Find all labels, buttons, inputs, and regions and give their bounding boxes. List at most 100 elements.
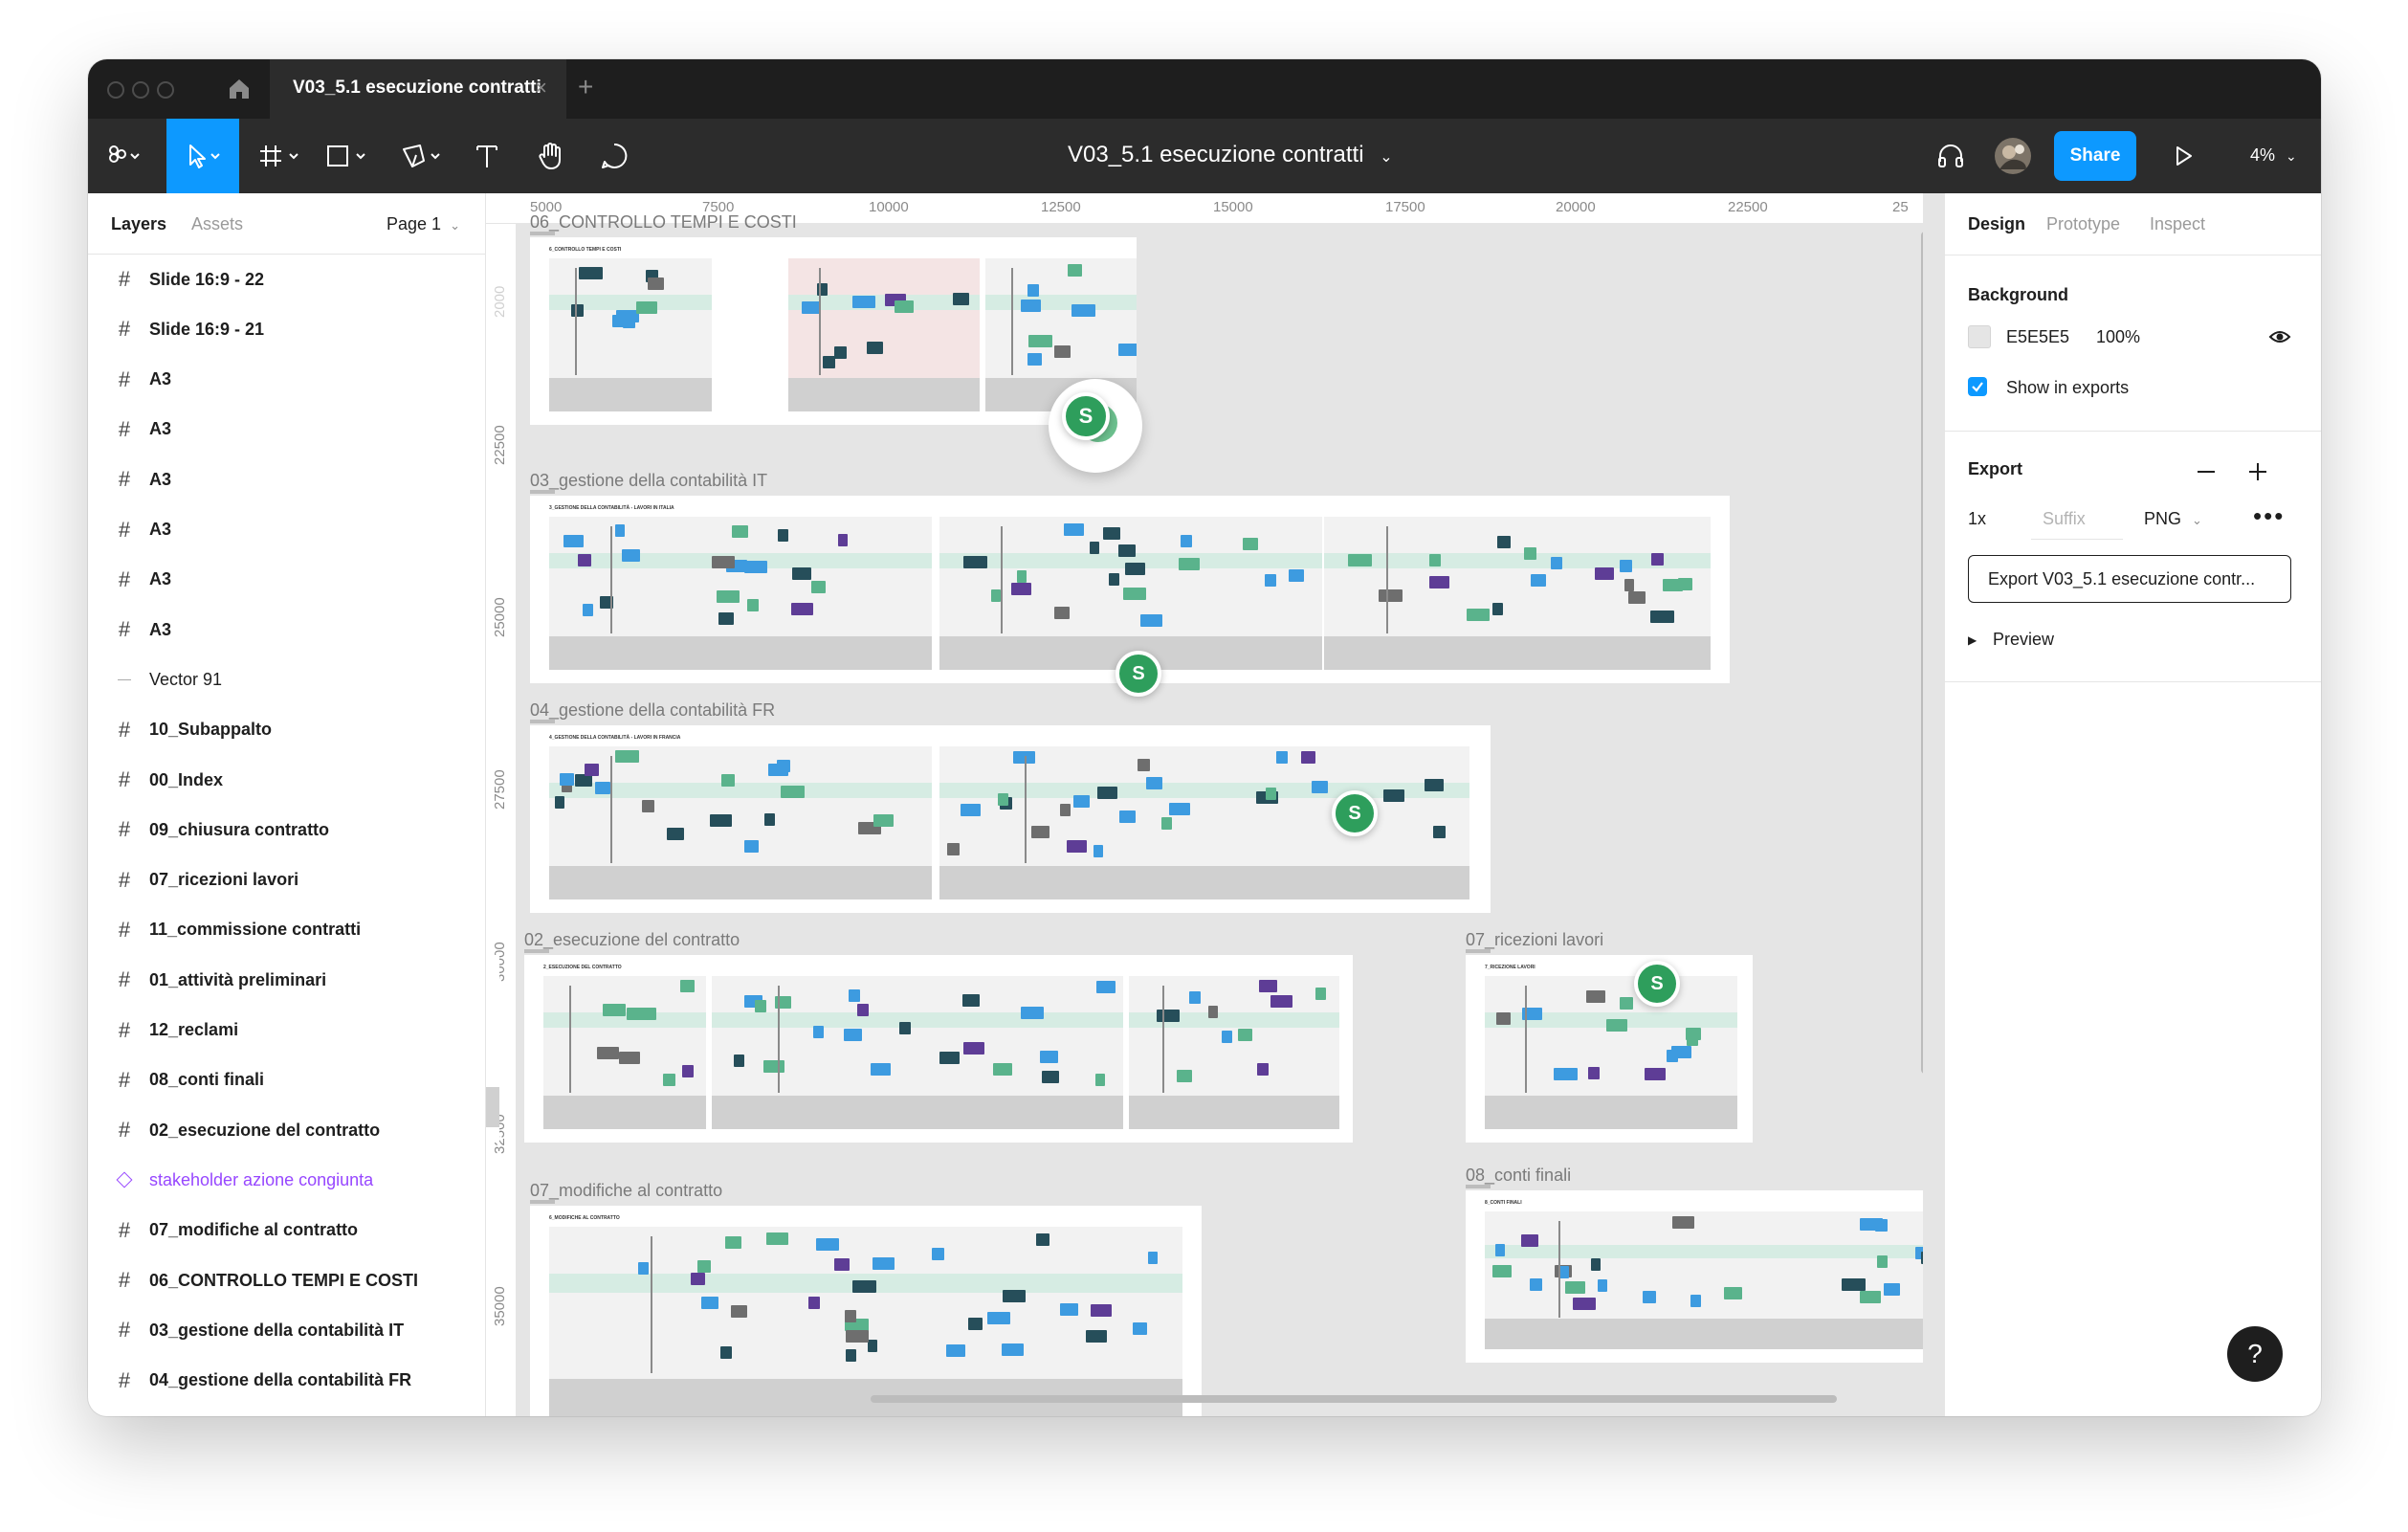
layer-label[interactable]: 06_CONTROLLO TEMPI E COSTI xyxy=(149,1271,418,1291)
export-button[interactable]: Export V03_5.1 esecuzione contr... xyxy=(1968,555,2291,603)
user-avatar[interactable] xyxy=(1992,119,2034,193)
frame-tool-icon[interactable] xyxy=(253,119,310,193)
layer-row[interactable]: #11_commissione contratti xyxy=(88,905,486,955)
canvas-frame[interactable]: 2_ESECUZIONE DEL CONTRATTO xyxy=(524,955,1353,1143)
frame-label[interactable]: 04_gestione della contabilità FR xyxy=(530,700,775,721)
tab-assets[interactable]: Assets xyxy=(191,214,243,234)
layer-label[interactable]: 07_modifiche al contratto xyxy=(149,1220,358,1240)
new-tab-icon[interactable]: + xyxy=(578,72,593,102)
preview-toggle[interactable]: Preview xyxy=(1993,630,2054,650)
canvas-frame[interactable] xyxy=(486,955,499,1143)
background-opacity-input[interactable]: 100% xyxy=(2096,327,2140,347)
pen-tool-icon[interactable] xyxy=(394,119,452,193)
zoom-dropdown[interactable]: 4% ⌄ xyxy=(2250,145,2297,166)
vertical-scrollbar[interactable] xyxy=(1921,232,1923,1074)
layer-label[interactable]: 07_ricezioni lavori xyxy=(149,870,298,890)
zoom-level[interactable]: 4% xyxy=(2250,145,2275,165)
collaborator-avatar[interactable]: S xyxy=(1116,651,1161,697)
text-tool-icon[interactable] xyxy=(463,119,511,193)
minimize-window-button[interactable] xyxy=(132,81,149,99)
frame-label[interactable]: 06_CONTROLLO TEMPI E COSTI xyxy=(530,212,797,233)
background-hex-input[interactable]: E5E5E5 xyxy=(2006,327,2069,347)
maximize-window-button[interactable] xyxy=(157,81,174,99)
layer-label[interactable]: Slide 16:9 - 22 xyxy=(149,270,264,290)
layer-label[interactable]: stakeholder azione congiunta xyxy=(149,1170,373,1190)
main-menu-icon[interactable] xyxy=(98,119,149,193)
layer-row[interactable]: # A3 xyxy=(88,405,486,455)
tab-layers[interactable]: Layers xyxy=(111,214,166,234)
background-color-swatch[interactable] xyxy=(1968,325,1991,348)
export-suffix-input[interactable]: Suffix xyxy=(2031,509,2123,540)
layer-label[interactable]: 04_gestione della contabilità FR xyxy=(149,1370,411,1390)
more-options-icon[interactable]: ••• xyxy=(2253,501,2285,531)
export-format-label[interactable]: PNG xyxy=(2144,509,2181,528)
layer-label[interactable]: 03_gestione della contabilità IT xyxy=(149,1321,404,1341)
layer-row[interactable]: #03_gestione della contabilità IT xyxy=(88,1305,486,1355)
close-window-button[interactable] xyxy=(107,81,124,99)
page-selector[interactable]: Page 1 ⌄ xyxy=(387,214,460,234)
collaborator-avatar[interactable]: S xyxy=(1062,392,1110,440)
layer-label[interactable]: 01_attività preliminari xyxy=(149,970,326,990)
chevron-down-icon[interactable]: ⌄ xyxy=(2286,148,2297,164)
layer-row[interactable]: #10_Subappalto xyxy=(88,705,486,755)
layer-label[interactable]: A3 xyxy=(149,569,171,589)
layer-row[interactable]: #04_gestione della contabilità FR xyxy=(88,1356,486,1406)
layer-label[interactable]: A3 xyxy=(149,470,171,490)
layer-label[interactable]: 08_conti finali xyxy=(149,1070,264,1090)
canvas-frame[interactable]: 6_MODIFICHE AL CONTRATTO xyxy=(530,1206,1202,1416)
hand-tool-icon[interactable] xyxy=(522,119,580,193)
export-format-select[interactable]: PNG ⌄ xyxy=(2144,509,2202,529)
canvas[interactable]: 5000 7500 10000 12500 15000 17500 20000 … xyxy=(486,193,1923,1416)
layer-label[interactable]: 12_reclami xyxy=(149,1020,238,1040)
layer-label[interactable]: A3 xyxy=(149,369,171,389)
show-in-exports-checkbox[interactable] xyxy=(1968,377,1987,396)
layer-row[interactable]: stakeholder azione congiunta xyxy=(88,1155,486,1205)
help-button[interactable]: ? xyxy=(2227,1326,2283,1382)
layer-label[interactable]: Slide 16:9 - 21 xyxy=(149,320,264,340)
shape-tool-icon[interactable] xyxy=(320,119,377,193)
layer-row[interactable]: # A3 xyxy=(88,605,486,655)
canvas-frame[interactable]: 8_CONTI FINALI xyxy=(1466,1190,1923,1363)
present-play-icon[interactable] xyxy=(2164,119,2202,193)
layer-label[interactable]: A3 xyxy=(149,419,171,439)
layer-row[interactable]: #07_ricezioni lavori xyxy=(88,855,486,905)
file-tab-label[interactable]: V03_5.1 esecuzione contratti xyxy=(293,78,541,99)
home-icon[interactable] xyxy=(226,76,253,102)
layer-row[interactable]: #12_reclami xyxy=(88,1006,486,1055)
layer-row[interactable]: #08_conti finali xyxy=(88,1055,486,1105)
frame-label[interactable]: 08_conti finali xyxy=(1466,1166,1571,1186)
share-button[interactable]: Share xyxy=(2054,131,2136,181)
layer-label[interactable]: 00_Index xyxy=(149,770,223,790)
remove-export-icon[interactable] xyxy=(2198,471,2215,473)
chevron-down-icon[interactable]: ⌄ xyxy=(2192,513,2202,527)
layer-row[interactable]: #07_modifiche al contratto xyxy=(88,1206,486,1255)
tab-design[interactable]: Design xyxy=(1968,214,2025,234)
layer-row[interactable]: # A3 xyxy=(88,455,486,504)
layer-row[interactable]: # Slide 16:9 - 22 xyxy=(88,255,486,304)
headphones-icon[interactable] xyxy=(1929,119,1973,193)
chevron-down-icon[interactable]: ⌄ xyxy=(1380,149,1392,166)
add-export-icon[interactable] xyxy=(2247,461,2268,482)
export-scale-select[interactable]: 1x xyxy=(1968,509,1986,529)
layer-row[interactable]: # Slide 16:9 - 21 xyxy=(88,304,486,354)
canvas-frame[interactable]: 6_CONTROLLO TEMPI E COSTI xyxy=(530,237,1137,425)
tab-prototype[interactable]: Prototype xyxy=(2046,214,2120,234)
comment-tool-icon[interactable] xyxy=(587,119,641,193)
close-tab-icon[interactable]: × xyxy=(535,76,547,100)
eye-icon[interactable] xyxy=(2268,327,2291,346)
horizontal-scrollbar[interactable] xyxy=(871,1395,1837,1403)
layer-row[interactable]: #09_chiusura contratto xyxy=(88,805,486,855)
move-tool-icon[interactable] xyxy=(166,119,239,193)
layer-label[interactable]: 02_esecuzione del contratto xyxy=(149,1121,380,1141)
frame-label[interactable]: 02_esecuzione del contratto xyxy=(524,930,740,950)
file-title[interactable]: V03_5.1 esecuzione contratti ⌄ xyxy=(1068,142,1393,168)
page-selector-label[interactable]: Page 1 xyxy=(387,214,441,233)
frame-label[interactable]: 07_ricezioni lavori xyxy=(1466,930,1603,950)
layer-label[interactable]: 11_commissione contratti xyxy=(149,920,361,940)
tab-inspect[interactable]: Inspect xyxy=(2150,214,2205,234)
canvas-frame[interactable]: 7_RICEZIONE LAVORI xyxy=(1466,955,1753,1143)
frame-label[interactable]: 07_modifiche al contratto xyxy=(530,1181,722,1201)
layer-row[interactable]: #02_esecuzione del contratto xyxy=(88,1105,486,1155)
layer-row[interactable]: # A3 xyxy=(88,355,486,405)
frame-label[interactable]: 03_gestione della contabilità IT xyxy=(530,471,767,491)
